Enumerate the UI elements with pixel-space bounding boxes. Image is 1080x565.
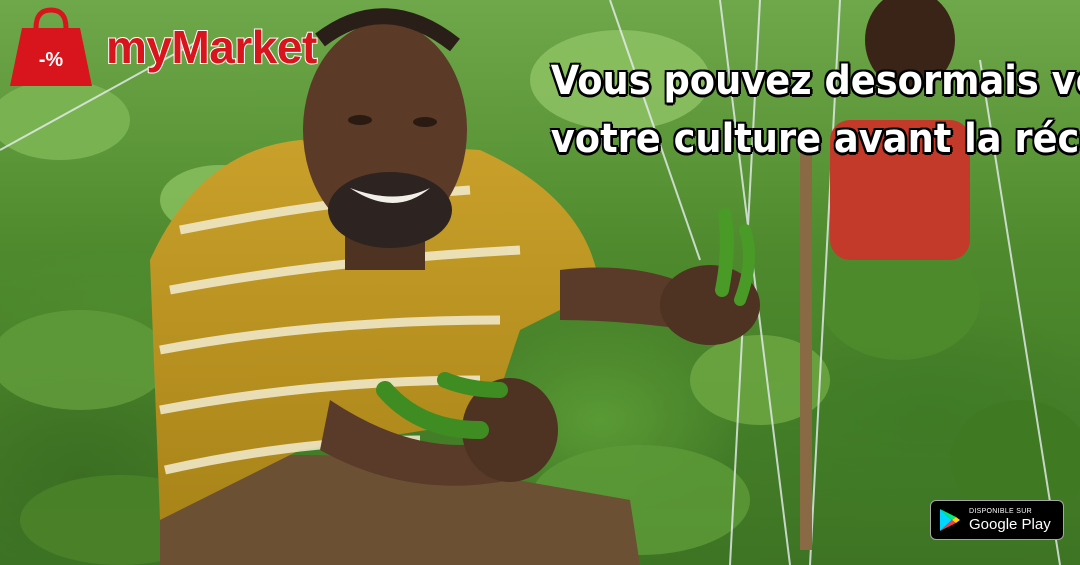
mymarket-logo[interactable]: -% myMarket bbox=[8, 6, 318, 88]
discount-badge-text: -% bbox=[39, 49, 64, 71]
headline-line-2: votre culture avant la récolte bbox=[550, 116, 1080, 162]
shopping-bag-icon: -% bbox=[10, 7, 92, 86]
brand-name: myMarket bbox=[105, 21, 318, 73]
headline-line-1: Vous pouvez desormais vendre bbox=[550, 58, 1080, 104]
badge-available-text: DISPONIBLE SUR bbox=[969, 508, 1032, 515]
badge-store-name: Google Play bbox=[969, 516, 1051, 533]
ad-banner: -% myMarket Vous pouvez desormais vendre… bbox=[0, 0, 1080, 565]
play-store-icon bbox=[940, 509, 960, 531]
google-play-badge[interactable]: DISPONIBLE SUR Google Play bbox=[930, 500, 1064, 540]
headline: Vous pouvez desormais vendre votre cultu… bbox=[550, 52, 1080, 168]
